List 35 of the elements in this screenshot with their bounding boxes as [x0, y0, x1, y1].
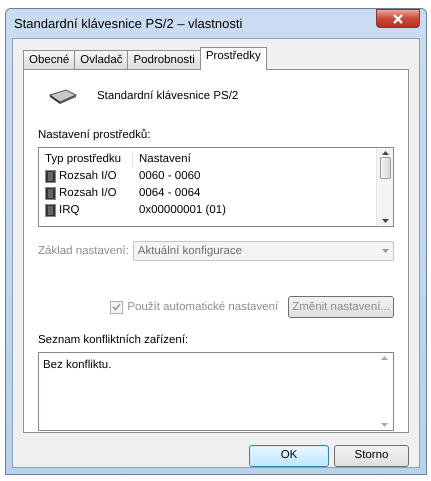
check-icon: [112, 303, 122, 312]
keyboard-icon: [48, 89, 78, 105]
column-header[interactable]: Nastavení: [133, 151, 191, 168]
down-arrow-icon: [382, 219, 388, 224]
caret-icon: [382, 249, 389, 254]
chip-icon: [45, 170, 56, 184]
table-cell-text: 0064 - 0064: [138, 186, 200, 202]
tab[interactable]: Ovladač: [74, 50, 128, 69]
close-button[interactable]: [376, 9, 420, 28]
table-cell-text: Rozsah I/O: [59, 186, 117, 202]
resource-list[interactable]: Typ prostředku Nastavení Rozsah I/O 0060 - 0060 Rozsah I/O 0064 - 0064 IRQ 0x00000001 (01): [38, 147, 394, 228]
column-header[interactable]: Typ prostředku: [39, 151, 133, 168]
window-title: Standardní klávesnice PS/2 – vlastnosti: [13, 14, 242, 33]
section-label: Seznam konfliktních zařízení:: [38, 333, 190, 348]
table-cell-text: 0060 - 0060: [138, 169, 200, 184]
up-arrow-icon: [382, 151, 388, 156]
tab[interactable]: Prostředky: [200, 47, 267, 70]
tab[interactable]: Podrobnosti: [127, 50, 201, 69]
scrollbar[interactable]: [376, 148, 393, 226]
chip-icon: [45, 187, 56, 200]
dialog-button[interactable]: OK: [249, 445, 329, 467]
device-name: Standardní klávesnice PS/2: [97, 89, 238, 104]
table-cell-text: IRQ: [59, 203, 80, 218]
scroll-thumb[interactable]: [380, 157, 390, 180]
conflict-text: Bez konfliktu.: [42, 358, 112, 372]
up-arrow-icon: [381, 356, 388, 360]
table-cell-text: 0x00000001 (01): [138, 203, 226, 218]
close-icon: [392, 14, 404, 24]
section-label: Nastavení prostředků:: [38, 128, 152, 143]
dialog-button[interactable]: Storno: [334, 445, 409, 467]
down-arrow-icon: [381, 422, 388, 426]
chip-icon: [45, 204, 56, 218]
field-label: Základ nastavení:: [38, 244, 129, 259]
tab[interactable]: Obecné: [23, 50, 76, 69]
table-cell-text: Rozsah I/O: [59, 169, 117, 184]
